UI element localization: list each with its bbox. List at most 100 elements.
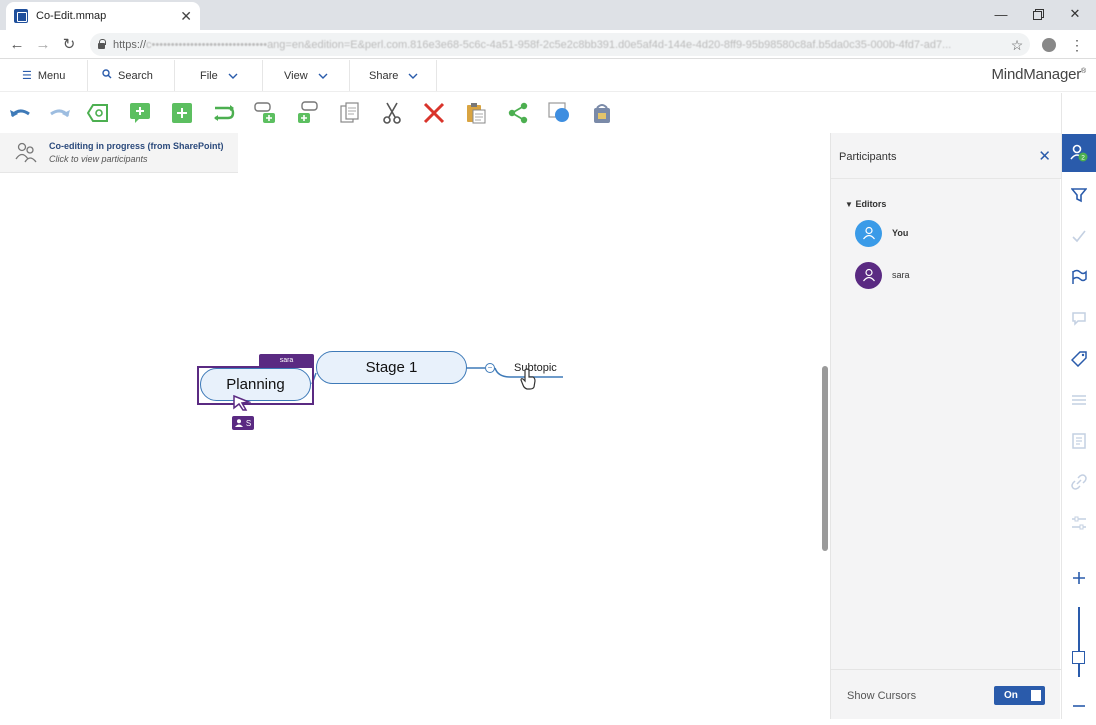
participant-you[interactable]: You [855,219,908,247]
url-obscured-text: c••••••••••••••••••••••••••••••ang=en&ed… [146,38,952,51]
comment-icon [1072,312,1086,326]
insert-shape-button[interactable] [548,102,572,124]
profile-avatar-icon[interactable] [1040,36,1058,54]
add-floating-topic-button[interactable] [86,102,110,124]
participant-avatar-icon [855,219,882,247]
forward-icon[interactable]: → [33,34,53,54]
minus-icon [1073,705,1085,707]
participant-count-badge: 2 [1081,155,1085,162]
remote-cursor-icon [233,395,251,411]
browser-menu-icon[interactable]: ⋮ [1068,36,1086,54]
notes-rail-button[interactable] [1062,422,1096,460]
zoom-in-button[interactable] [1062,559,1096,597]
zoom-slider-track[interactable] [1078,607,1080,677]
add-callout-button[interactable] [128,102,152,124]
checkmark-icon [1072,230,1086,243]
restore-window-icon[interactable] [1019,0,1057,28]
collapse-branch-button[interactable]: − [485,363,495,373]
share-branch-button[interactable] [506,102,530,124]
properties-rail-button[interactable] [1062,504,1096,542]
tag-icon [1071,351,1087,367]
minimize-window-icon[interactable]: — [982,0,1020,28]
menu-button[interactable]: ☰ Menu [8,60,88,91]
view-label: View [284,69,308,82]
search-button[interactable]: Search [88,60,175,91]
view-menu[interactable]: View [263,60,350,91]
participants-icon: 2 [1070,144,1088,162]
outline-rail-button[interactable] [1062,381,1096,419]
participant-sara[interactable]: sara [855,261,910,289]
show-cursors-toggle[interactable]: On [994,686,1045,705]
lock-icon [98,38,106,49]
brand-name: MindManager [991,66,1082,83]
participants-panel-title: Participants [839,151,897,163]
plus-icon [1073,572,1085,584]
delete-button[interactable] [422,102,446,124]
participant-avatar-icon [855,261,882,289]
participant-name: You [892,228,909,238]
search-icon [102,69,112,82]
tags-rail-button[interactable] [1062,340,1096,378]
undo-button[interactable] [8,102,32,124]
canvas-vertical-scrollbar[interactable] [822,366,828,551]
chevron-down-icon [318,71,328,81]
caret-down-icon: ▼ [845,200,853,209]
participants-panel: Participants ✕ ▼ Editors You sara Show C… [830,133,1061,719]
browser-title-bar: Co-Edit.mmap ✕ — ✕ [0,0,1096,30]
paste-button[interactable] [464,102,488,124]
close-window-icon[interactable]: ✕ [1056,0,1094,28]
add-subtopic-button[interactable] [254,102,278,124]
add-parent-topic-button[interactable] [296,101,320,124]
user-icon [234,419,243,427]
central-topic[interactable]: Planning [200,368,311,401]
file-menu[interactable]: File [175,60,263,91]
hand-cursor-icon [520,368,536,390]
browser-address-bar: ← → ↻ https:// c••••••••••••••••••••••••… [0,30,1096,59]
map-canvas[interactable]: Co-editing in progress (from SharePoint)… [0,133,828,719]
editors-heading: Editors [855,199,887,209]
add-relationship-button[interactable] [212,102,236,124]
url-scheme: https:// [113,38,147,51]
remote-user-chip: S [232,416,254,430]
browser-tab[interactable]: Co-Edit.mmap ✕ [6,2,200,30]
format-painter-button[interactable] [590,102,614,124]
zoom-out-button[interactable] [1062,687,1096,725]
bookmark-star-icon[interactable]: ☆ [1008,36,1026,54]
search-label: Search [118,69,153,82]
toggle-knob [1031,690,1041,701]
url-field[interactable]: https:// c••••••••••••••••••••••••••••••… [90,33,1030,56]
share-menu[interactable]: Share [350,60,437,91]
main-topic-stage-1[interactable]: Stage 1 [316,351,467,384]
participant-name: sara [892,270,910,280]
links-rail-button[interactable] [1062,463,1096,501]
mindmanager-favicon-icon [14,9,28,23]
list-icon [1072,395,1086,405]
back-icon[interactable]: ← [7,34,27,54]
close-panel-icon[interactable]: ✕ [1038,147,1051,165]
editors-section-toggle[interactable]: ▼ Editors [845,199,886,209]
flag-icon [1072,269,1087,284]
properties-icon [1072,516,1086,530]
filter-rail-button[interactable] [1062,176,1096,214]
toggle-state-label: On [1004,690,1018,701]
add-topic-button[interactable] [170,102,194,124]
show-cursors-row: Show Cursors On [831,669,1061,719]
task-rail-button[interactable] [1062,217,1096,255]
chevron-down-icon [228,71,238,81]
tab-title: Co-Edit.mmap [36,10,107,22]
markers-rail-button[interactable] [1062,258,1096,296]
close-tab-icon[interactable]: ✕ [180,8,192,25]
reload-icon[interactable]: ↻ [59,34,79,54]
file-label: File [200,69,218,82]
participants-panel-header: Participants ✕ [831,133,1061,179]
participants-rail-button[interactable]: 2 [1062,134,1096,172]
copy-button[interactable] [338,102,362,124]
filter-icon [1071,188,1087,203]
cut-button[interactable] [380,102,404,124]
zoom-slider-handle[interactable] [1072,651,1085,664]
comments-rail-button[interactable] [1062,299,1096,337]
notes-icon [1072,433,1086,449]
brand-registered-mark: ® [1081,68,1086,75]
redo-button[interactable] [48,102,72,124]
link-icon [1071,474,1087,490]
